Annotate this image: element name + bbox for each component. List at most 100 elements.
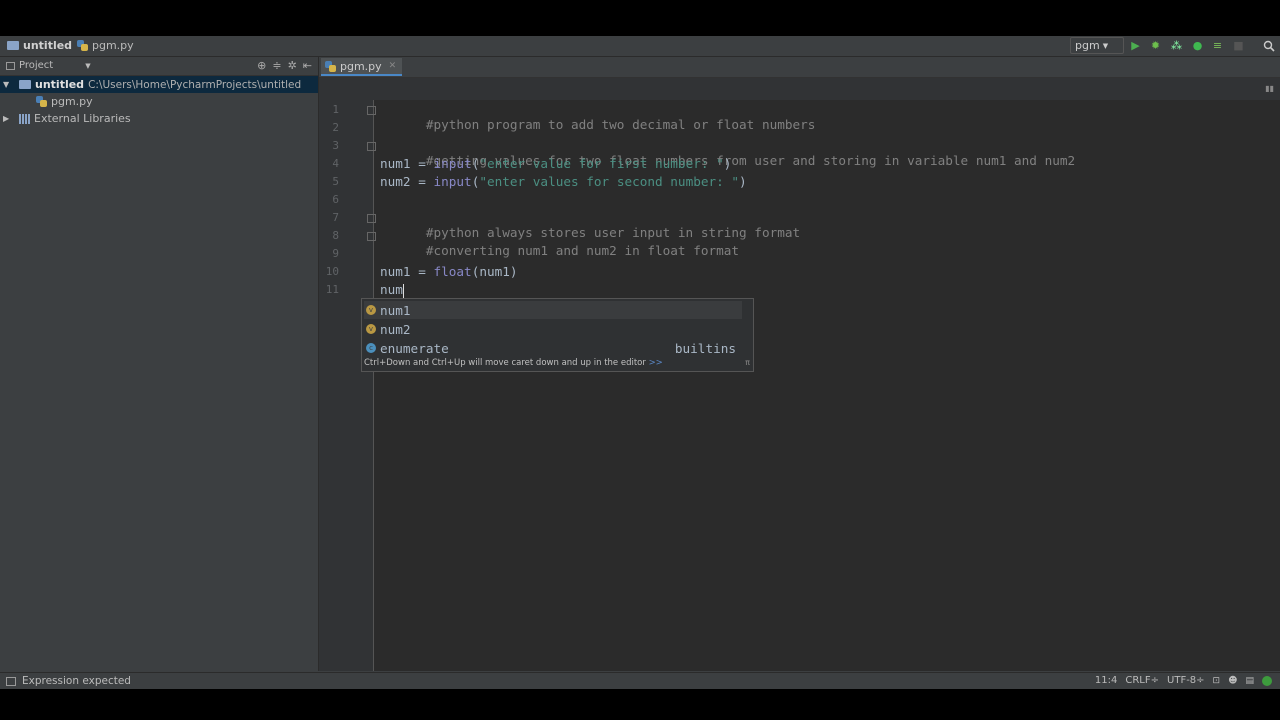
stop-icon[interactable]: ■ bbox=[1232, 39, 1245, 52]
string-token: "enter value for first number: " bbox=[479, 156, 724, 171]
close-icon[interactable]: ✕ bbox=[389, 61, 397, 71]
code-line-11: num bbox=[380, 282, 404, 298]
operator-token: = bbox=[410, 156, 434, 171]
code-line-10: num1 = float(num1) bbox=[380, 264, 518, 279]
expand-arrow-icon[interactable]: ▼ bbox=[3, 80, 11, 89]
chevron-down-icon: ▼ bbox=[1102, 41, 1109, 50]
breadcrumb-file-label: pgm.py bbox=[92, 39, 134, 52]
completion-hint-link[interactable]: >> bbox=[649, 358, 663, 368]
run-icon[interactable]: ▶ bbox=[1129, 39, 1142, 52]
tree-item-root[interactable]: ▼ untitled C:\Users\Home\PycharmProjects… bbox=[0, 76, 318, 93]
completion-label: num1 bbox=[380, 302, 411, 318]
locate-icon[interactable]: ⊕ bbox=[257, 59, 266, 72]
folder-icon bbox=[7, 41, 19, 50]
memory-icon[interactable]: ▤ bbox=[1245, 676, 1254, 686]
editor-status-marker: ▮▮ bbox=[1265, 84, 1274, 93]
debug-icon[interactable]: ✹ bbox=[1149, 39, 1162, 52]
fold-marker-icon[interactable] bbox=[367, 106, 376, 115]
class-icon: c bbox=[366, 343, 376, 353]
status-bar: Expression expected 11:4 CRLF÷ UTF-8÷ ⊡ … bbox=[0, 672, 1280, 689]
comment-text: #converting num1 and num2 in float forma… bbox=[425, 243, 740, 258]
run-configuration-select[interactable]: pgm ▼ bbox=[1070, 37, 1124, 54]
code-completion-popup: v num1 v num2 c enumerate builtins Ctrl+… bbox=[361, 298, 754, 372]
completion-type: builtins bbox=[674, 340, 736, 356]
variable-token: num1 bbox=[380, 264, 411, 279]
lock-icon[interactable]: ⊡ bbox=[1213, 676, 1221, 686]
tree-root-label: untitled bbox=[35, 78, 85, 91]
builtin-token: input bbox=[433, 156, 472, 171]
search-icon[interactable] bbox=[1262, 39, 1275, 52]
code-editor[interactable]: ▮▮ 1 2 3 4 5 6 7 8 9 10 11 #python progr… bbox=[319, 78, 1280, 671]
collapse-all-icon[interactable]: ≑ bbox=[272, 59, 281, 72]
fold-marker-icon[interactable] bbox=[367, 232, 376, 241]
event-log-icon[interactable] bbox=[1262, 675, 1272, 686]
tab-pgm-py[interactable]: pgm.py ✕ bbox=[321, 58, 403, 76]
expand-arrow-icon[interactable]: ▶ bbox=[3, 114, 11, 123]
navigation-bar: untitled pgm.py pgm ▼ ▶ ✹ ⁂ ● ≡ ■ bbox=[0, 36, 1280, 57]
variable-icon: v bbox=[366, 305, 376, 315]
breadcrumb-project[interactable]: untitled bbox=[7, 39, 72, 52]
library-icon bbox=[19, 113, 30, 124]
line-number: 5 bbox=[332, 175, 339, 188]
chevron-down-icon: ▼ bbox=[85, 61, 91, 70]
editor-tabs: pgm.py ✕ bbox=[319, 57, 1280, 78]
gear-icon[interactable]: ✲ bbox=[288, 59, 297, 72]
project-tree: ▼ untitled C:\Users\Home\PycharmProjects… bbox=[0, 76, 318, 127]
python-file-icon bbox=[36, 96, 47, 107]
tool-windows-icon[interactable] bbox=[6, 676, 16, 686]
completion-label: num2 bbox=[380, 321, 411, 337]
line-number: 8 bbox=[332, 229, 339, 242]
line-number: 2 bbox=[332, 121, 339, 134]
tab-label: pgm.py bbox=[340, 59, 382, 73]
pi-icon[interactable]: π bbox=[745, 358, 750, 367]
completion-item[interactable]: v num2 bbox=[364, 320, 742, 338]
code-line-5: num2 = input("enter values for second nu… bbox=[380, 174, 747, 189]
profile-icon[interactable]: ● bbox=[1191, 39, 1204, 52]
inspector-icon[interactable]: ☻ bbox=[1228, 676, 1237, 686]
line-number: 9 bbox=[332, 247, 339, 260]
paren-token: ) bbox=[723, 156, 732, 171]
tree-libraries-label: External Libraries bbox=[34, 112, 131, 125]
typed-token: num bbox=[380, 282, 403, 297]
line-number: 11 bbox=[325, 283, 339, 296]
project-view-select[interactable]: Project ▼ bbox=[6, 60, 91, 71]
line-separator-select[interactable]: CRLF÷ bbox=[1125, 675, 1159, 686]
completion-item[interactable]: v num1 bbox=[364, 301, 742, 319]
run-configuration-label: pgm bbox=[1075, 39, 1100, 52]
hide-panel-icon[interactable]: ⇤ bbox=[303, 59, 312, 72]
python-file-icon bbox=[325, 60, 336, 72]
line-number: 3 bbox=[332, 139, 339, 152]
project-panel-header: Project ▼ ⊕ ≑ ✲ ⇤ bbox=[0, 57, 318, 76]
completion-hint-text: Ctrl+Down and Ctrl+Up will move caret do… bbox=[364, 358, 646, 368]
folder-icon bbox=[19, 80, 31, 89]
breadcrumb-project-label: untitled bbox=[23, 39, 73, 52]
text-caret bbox=[402, 283, 404, 298]
builtin-token: input bbox=[433, 174, 472, 189]
string-token: "enter values for second number: " bbox=[479, 174, 740, 189]
fold-marker-icon[interactable] bbox=[367, 214, 376, 223]
tree-root-path: C:\Users\Home\PycharmProjects\untitled bbox=[88, 78, 302, 91]
variable-icon: v bbox=[366, 324, 376, 334]
comment-text: #python program to add two decimal or fl… bbox=[425, 117, 816, 132]
tree-item-file[interactable]: pgm.py bbox=[0, 93, 318, 110]
breadcrumb-file[interactable]: pgm.py bbox=[77, 39, 134, 52]
python-file-icon bbox=[77, 40, 88, 51]
completion-item[interactable]: c enumerate builtins bbox=[364, 339, 742, 357]
variable-token: num1 bbox=[380, 156, 411, 171]
tree-item-libraries[interactable]: ▶ External Libraries bbox=[0, 110, 318, 127]
coverage-icon[interactable]: ⁂ bbox=[1170, 39, 1183, 52]
line-number: 6 bbox=[332, 193, 339, 206]
line-number: 4 bbox=[332, 157, 339, 170]
line-number: 1 bbox=[332, 103, 339, 116]
concurrency-icon[interactable]: ≡ bbox=[1211, 39, 1224, 52]
completion-label: enumerate bbox=[380, 340, 449, 356]
builtin-token: float bbox=[433, 264, 472, 279]
code-line-4: num1 = input("enter value for first numb… bbox=[380, 156, 731, 171]
tree-file-label: pgm.py bbox=[51, 95, 93, 108]
operator-token: = bbox=[410, 174, 434, 189]
line-number: 10 bbox=[325, 265, 339, 278]
caret-position[interactable]: 11:4 bbox=[1095, 675, 1117, 686]
fold-marker-icon[interactable] bbox=[367, 142, 376, 151]
encoding-select[interactable]: UTF-8÷ bbox=[1167, 675, 1205, 686]
operator-token: = bbox=[410, 264, 434, 279]
